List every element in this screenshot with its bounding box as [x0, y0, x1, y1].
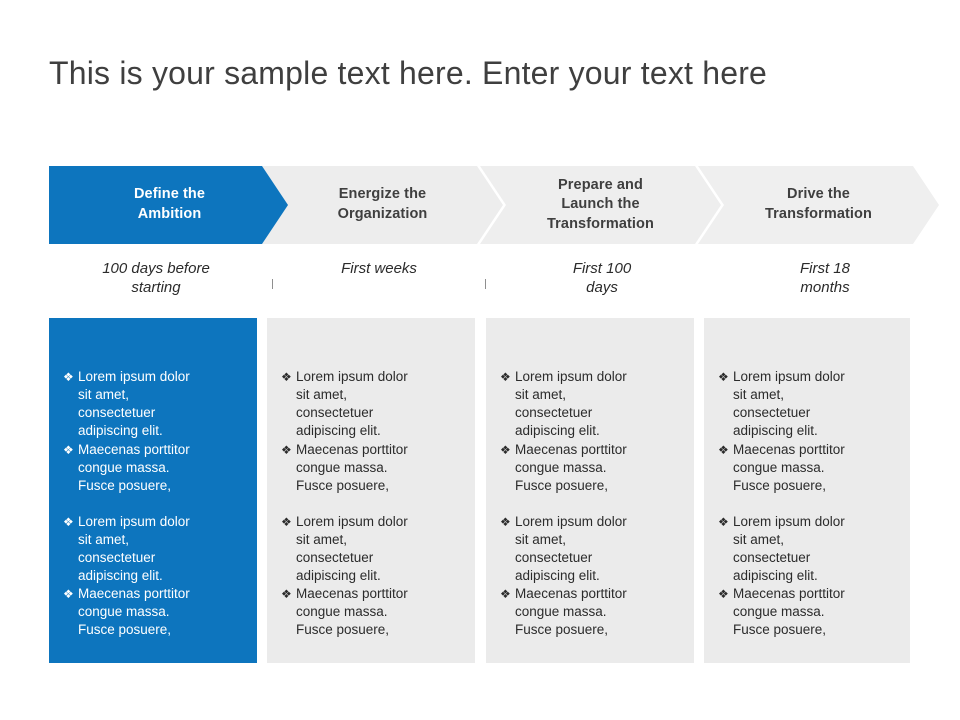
diamond-bullet-icon: ❖ — [281, 370, 292, 384]
content-cards: ❖ Lorem ipsum dolor sit amet, consectetu… — [0, 318, 960, 663]
content-card-4[interactable]: ❖ Lorem ipsum dolor sit amet, consectetu… — [704, 318, 910, 663]
bullet-group: ❖ Lorem ipsum dolor sit amet, consectetu… — [281, 368, 463, 495]
diamond-bullet-icon: ❖ — [718, 370, 729, 384]
bullet-group: ❖ Lorem ipsum dolor sit amet, consectetu… — [718, 368, 898, 495]
list-item: ❖ Maecenas porttitor congue massa. Fusce… — [281, 441, 463, 495]
list-item-text: Maecenas porttitor congue massa. Fusce p… — [296, 586, 408, 638]
chevron-step-2[interactable]: Energize the Organization — [262, 166, 503, 244]
chevron-step-3-label: Prepare and Launch the Transformation — [547, 176, 654, 232]
diamond-bullet-icon: ❖ — [281, 587, 292, 602]
list-item-text: Lorem ipsum dolor sit amet, consectetuer… — [733, 369, 845, 438]
process-chevron-banner: Define the Ambition Energize the Organiz… — [49, 166, 939, 244]
list-item-text: Maecenas porttitor congue massa. Fusce p… — [296, 441, 408, 493]
list-item-text: Maecenas porttitor congue massa. Fusce p… — [515, 441, 627, 493]
diamond-bullet-icon: ❖ — [63, 514, 74, 529]
timeline-segment-2-label: First weeks — [272, 260, 486, 279]
diamond-bullet-icon: ❖ — [500, 514, 511, 529]
list-item-text: Lorem ipsum dolor sit amet, consectetuer… — [78, 513, 190, 583]
list-item: ❖ Lorem ipsum dolor sit amet, consectetu… — [281, 368, 463, 440]
chevron-step-1[interactable]: Define the Ambition — [49, 166, 290, 244]
diamond-bullet-icon: ❖ — [500, 587, 511, 602]
list-item-text: Lorem ipsum dolor sit amet, consectetuer… — [515, 369, 627, 438]
timeline-segment-3-label: First 100 days — [495, 260, 709, 298]
chevron-step-4[interactable]: Drive the Transformation — [698, 166, 939, 244]
list-item: ❖ Maecenas porttitor congue massa. Fusce… — [63, 441, 245, 495]
list-item: ❖ Maecenas porttitor congue massa. Fusce… — [281, 585, 463, 639]
bullet-group: ❖ Lorem ipsum dolor sit amet, consectetu… — [500, 513, 682, 640]
list-item-text: Maecenas porttitor congue massa. Fusce p… — [78, 586, 190, 638]
diamond-bullet-icon: ❖ — [500, 442, 511, 457]
page-title: This is your sample text here. Enter you… — [49, 55, 768, 91]
list-item-text: Lorem ipsum dolor sit amet, consectetuer… — [296, 513, 408, 583]
diamond-bullet-icon: ❖ — [500, 370, 511, 384]
list-item-text: Maecenas porttitor congue massa. Fusce p… — [733, 586, 845, 638]
diamond-bullet-icon: ❖ — [281, 442, 292, 457]
bullet-group: ❖ Lorem ipsum dolor sit amet, consectetu… — [718, 513, 898, 640]
list-item-text: Maecenas porttitor congue massa. Fusce p… — [78, 441, 190, 493]
list-item-text: Maecenas porttitor congue massa. Fusce p… — [515, 586, 627, 638]
list-item-text: Lorem ipsum dolor sit amet, consectetuer… — [733, 513, 845, 583]
diamond-bullet-icon: ❖ — [63, 370, 74, 384]
bullet-group: ❖ Lorem ipsum dolor sit amet, consectetu… — [281, 513, 463, 640]
content-card-2[interactable]: ❖ Lorem ipsum dolor sit amet, consectetu… — [267, 318, 475, 663]
diamond-bullet-icon: ❖ — [718, 442, 729, 457]
diamond-bullet-icon: ❖ — [63, 442, 74, 457]
timeline-axis: 100 days before starting First weeks Fir… — [49, 258, 932, 308]
diamond-bullet-icon: ❖ — [281, 514, 292, 529]
list-item-text: Lorem ipsum dolor sit amet, consectetuer… — [296, 369, 408, 438]
list-item: ❖ Lorem ipsum dolor sit amet, consectetu… — [718, 368, 898, 440]
list-item: ❖ Maecenas porttitor congue massa. Fusce… — [718, 441, 898, 495]
timeline-segment-4-label: First 18 months — [718, 260, 932, 298]
content-card-3[interactable]: ❖ Lorem ipsum dolor sit amet, consectetu… — [486, 318, 694, 663]
chevron-step-1-label: Define the Ambition — [133, 186, 206, 222]
list-item: ❖ Lorem ipsum dolor sit amet, consectetu… — [281, 513, 463, 585]
timeline-segment-1-label: 100 days before starting — [49, 260, 263, 298]
content-card-1[interactable]: ❖ Lorem ipsum dolor sit amet, consectetu… — [49, 318, 257, 663]
list-item: ❖ Maecenas porttitor congue massa. Fusce… — [63, 585, 245, 639]
list-item: ❖ Lorem ipsum dolor sit amet, consectetu… — [718, 513, 898, 585]
diamond-bullet-icon: ❖ — [63, 587, 74, 602]
list-item: ❖ Maecenas porttitor congue massa. Fusce… — [500, 441, 682, 495]
bullet-group: ❖ Lorem ipsum dolor sit amet, consectetu… — [500, 368, 682, 495]
chevron-step-2-label: Energize the Organization — [337, 186, 428, 222]
list-item: ❖ Lorem ipsum dolor sit amet, consectetu… — [63, 513, 245, 585]
bullet-group: ❖ Lorem ipsum dolor sit amet, consectetu… — [63, 368, 245, 495]
diamond-bullet-icon: ❖ — [718, 514, 729, 529]
timeline-segment-3: First 100 days — [495, 258, 709, 308]
list-item-text: Lorem ipsum dolor sit amet, consectetuer… — [78, 369, 190, 438]
list-item: ❖ Maecenas porttitor congue massa. Fusce… — [500, 585, 682, 639]
list-item-text: Maecenas porttitor congue massa. Fusce p… — [733, 441, 845, 493]
diamond-bullet-icon: ❖ — [718, 587, 729, 602]
list-item-text: Lorem ipsum dolor sit amet, consectetuer… — [515, 513, 627, 583]
chevron-step-4-label: Drive the Transformation — [765, 186, 872, 222]
timeline-segment-1: 100 days before starting — [49, 258, 263, 308]
timeline-segment-2: First weeks — [272, 258, 486, 308]
chevron-step-3[interactable]: Prepare and Launch the Transformation — [480, 166, 721, 244]
list-item: ❖ Lorem ipsum dolor sit amet, consectetu… — [500, 513, 682, 585]
bullet-group: ❖ Lorem ipsum dolor sit amet, consectetu… — [63, 513, 245, 640]
list-item: ❖ Lorem ipsum dolor sit amet, consectetu… — [500, 368, 682, 440]
list-item: ❖ Maecenas porttitor congue massa. Fusce… — [718, 585, 898, 639]
timeline-segment-4: First 18 months — [718, 258, 932, 308]
list-item: ❖ Lorem ipsum dolor sit amet, consectetu… — [63, 368, 245, 440]
